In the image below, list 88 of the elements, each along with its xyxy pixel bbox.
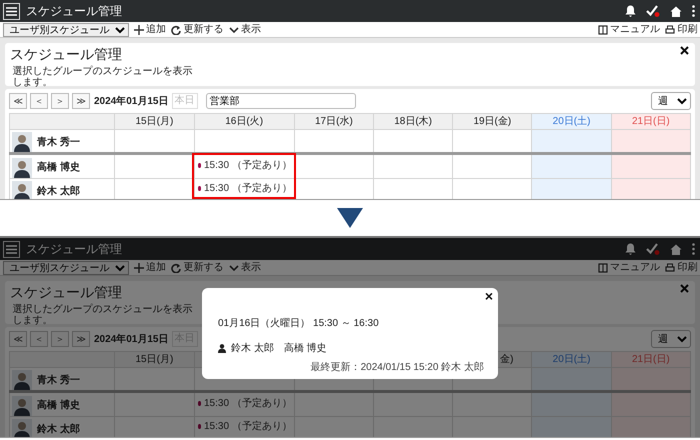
column-header: 21日(日) [611, 351, 690, 367]
bell-icon [625, 243, 636, 255]
event-dot-icon [198, 186, 201, 191]
chevron-down-icon [228, 262, 238, 272]
column-header: 16日(火) [194, 113, 294, 129]
check-icon [646, 243, 660, 255]
plus-icon [134, 24, 144, 34]
column-header: 18日(木) [374, 113, 453, 129]
column-header: 17日(水) [294, 113, 374, 129]
menu-icon [5, 4, 18, 18]
more-icon [692, 5, 695, 17]
avatar-icon [12, 370, 32, 390]
avatar-icon [12, 396, 32, 416]
check-icon [646, 5, 660, 17]
event-time: 01月16日（火曜日） 15:30 ～ 16:30 [218, 316, 379, 331]
close-button[interactable] [680, 46, 689, 56]
home-icon [670, 244, 682, 254]
event-link[interactable]: 15:30 （予定あり） [204, 419, 292, 434]
last-page-button[interactable]: ≫ [72, 93, 90, 109]
menu-button[interactable] [3, 2, 20, 20]
user-name: 鈴木 太郎 [37, 184, 80, 198]
chevron-down-icon [228, 24, 238, 34]
app-title: スケジュール管理 [26, 3, 122, 20]
user-name: 青木 秀一 [37, 136, 80, 150]
panel-description: 選択したグループのスケジュールを表示します。 [12, 66, 194, 88]
participant-names: 鈴木 太郎 高橋 博史 [231, 342, 327, 356]
group-field[interactable]: 営業部 [206, 93, 356, 109]
plus-icon [134, 262, 144, 272]
event-dot-icon [198, 162, 201, 168]
event-link[interactable]: 15:30 （予定あり） [204, 181, 292, 196]
column-header: 20日(土) [532, 113, 612, 129]
down-arrow-icon [337, 208, 363, 228]
close-icon [680, 284, 689, 293]
avatar-icon [12, 132, 32, 152]
panel-title: スケジュール管理 [10, 46, 122, 62]
user-name: 鈴木 太郎 [37, 422, 80, 436]
manual-link[interactable]: マニュアル [598, 260, 660, 275]
current-date: 2024年01月15日 [94, 94, 168, 108]
close-icon [680, 46, 689, 55]
menu-icon [5, 242, 18, 256]
printer-icon [665, 24, 675, 34]
close-button[interactable]: × [484, 289, 493, 303]
user-name: 高橋 博史 [37, 398, 80, 413]
refresh-button[interactable]: 更新する [171, 260, 224, 275]
home-icon [670, 6, 682, 16]
add-button[interactable]: 追加 [134, 260, 166, 275]
column-header: 20日(土) [532, 351, 612, 367]
manual-link[interactable]: マニュアル [598, 22, 660, 37]
app-title: スケジュール管理 [26, 241, 122, 258]
previous-button[interactable]: ＜ [30, 331, 48, 347]
previous-button[interactable]: ＜ [30, 93, 48, 109]
column-header: 15日(月) [114, 113, 194, 129]
view-select[interactable]: ユーザ別スケジュール [2, 22, 128, 36]
refresh-button[interactable]: 更新する [171, 22, 224, 37]
first-page-button[interactable]: ≪ [9, 93, 27, 109]
column-header: 21日(日) [611, 113, 690, 129]
current-date: 2024年01月15日 [94, 332, 168, 346]
person-icon [218, 344, 226, 353]
panel-title: スケジュール管理 [10, 284, 122, 300]
book-icon [598, 262, 608, 272]
avatar-icon [12, 158, 32, 178]
book-icon [598, 24, 608, 34]
event-dot-icon [198, 400, 201, 406]
refresh-icon [171, 262, 181, 272]
next-button[interactable]: ＞ [51, 93, 69, 109]
next-button[interactable]: ＞ [51, 331, 69, 347]
add-button[interactable]: 追加 [134, 22, 166, 37]
panel-description: 選択したグループのスケジュールを表示します。 [12, 304, 194, 326]
view-select[interactable]: ユーザ別スケジュール [2, 260, 128, 274]
first-page-button[interactable]: ≪ [9, 331, 27, 347]
bell-icon [625, 5, 636, 17]
user-name: 高橋 博史 [37, 160, 80, 175]
refresh-icon [171, 24, 181, 34]
user-name: 青木 秀一 [37, 374, 80, 388]
print-link[interactable]: 印刷 [665, 22, 698, 37]
event-dot-icon [198, 424, 201, 429]
column-header: 15日(月) [114, 351, 194, 367]
event-link[interactable]: 15:30 （予定あり） [204, 396, 292, 410]
more-icon [692, 243, 695, 255]
column-header: 19日(金) [452, 113, 532, 129]
print-link[interactable]: 印刷 [665, 260, 698, 275]
show-button[interactable]: 表示 [228, 260, 261, 275]
last-page-button[interactable]: ≫ [72, 331, 90, 347]
event-link[interactable]: 15:30 （予定あり） [204, 158, 292, 172]
range-select[interactable]: 週 [651, 92, 691, 110]
printer-icon [665, 262, 675, 272]
range-select[interactable]: 週 [651, 330, 691, 348]
show-button[interactable]: 表示 [228, 22, 261, 37]
